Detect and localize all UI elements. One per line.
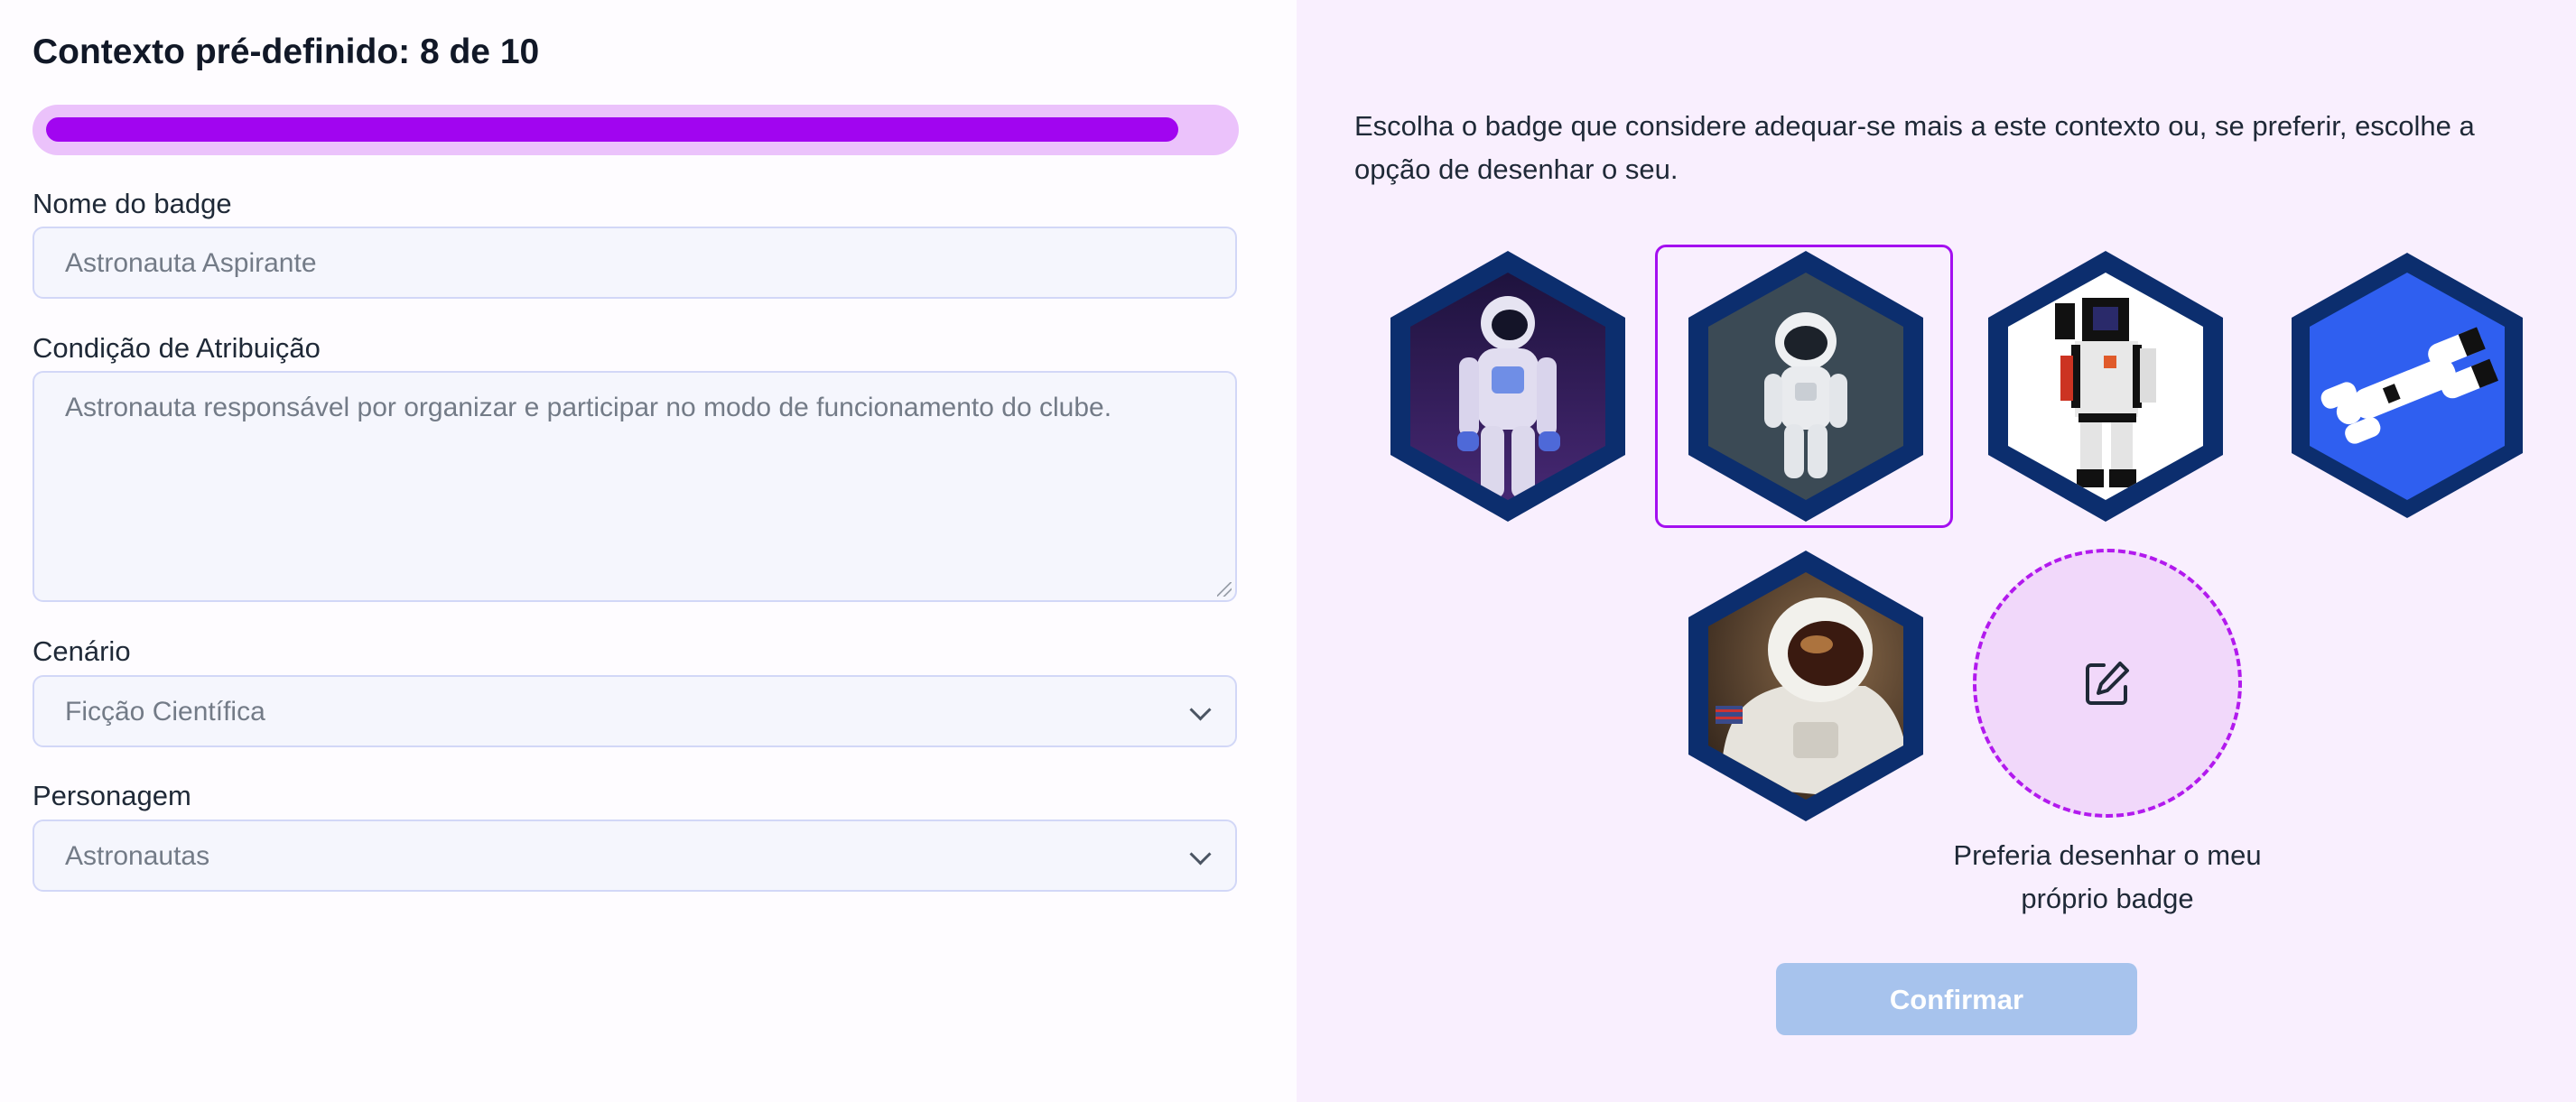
badge-option-astronaut-blue-floating[interactable]: [2286, 251, 2528, 522]
progress-bar: [33, 105, 1239, 155]
chevron-down-icon: [1189, 843, 1212, 866]
badge-option-astronaut-slate[interactable]: [1685, 251, 1927, 522]
condition-textarea[interactable]: Astronauta responsável por organizar e p…: [33, 371, 1237, 602]
confirm-button[interactable]: Confirmar: [1776, 963, 2137, 1035]
textarea-resize-handle[interactable]: [1217, 582, 1232, 597]
badge-name-label: Nome do badge: [33, 188, 232, 219]
character-label: Personagem: [33, 780, 191, 811]
draw-own-badge-option[interactable]: [1973, 549, 2242, 818]
context-form-panel: Contexto pré-definido: 8 de 10 Nome do b…: [0, 0, 1297, 1102]
badge-option-astronaut-purple[interactable]: [1387, 251, 1629, 522]
edit-icon: [2086, 662, 2129, 705]
progress-bar-fill: [46, 117, 1178, 142]
badge-chooser-panel: Escolha o badge que considere adequar-se…: [1297, 0, 2576, 1102]
condition-label: Condição de Atribuição: [33, 332, 321, 364]
scenario-label: Cenário: [33, 635, 131, 667]
page-title: Contexto pré-definido: 8 de 10: [33, 32, 540, 71]
character-selected-value: Astronautas: [65, 841, 210, 871]
draw-own-badge-label: Preferia desenhar o meu próprio badge: [1953, 839, 2262, 914]
chevron-down-icon: [1189, 699, 1212, 721]
character-select[interactable]: Astronautas: [33, 820, 1237, 892]
page: Contexto pré-definido: 8 de 10 Nome do b…: [0, 0, 2576, 1102]
badge-name-placeholder: Astronauta Aspirante: [65, 248, 317, 278]
badge-option-astronaut-pixel[interactable]: [1985, 251, 2227, 522]
badge-name-input[interactable]: Astronauta Aspirante: [33, 227, 1237, 299]
badge-option-astronaut-photo[interactable]: [1685, 551, 1927, 821]
scenario-selected-value: Ficção Científica: [65, 697, 265, 727]
scenario-select[interactable]: Ficção Científica: [33, 675, 1237, 747]
chooser-instruction: Escolha o badge que considere adequar-se…: [1354, 110, 2475, 185]
condition-placeholder: Astronauta responsável por organizar e p…: [65, 393, 1112, 422]
